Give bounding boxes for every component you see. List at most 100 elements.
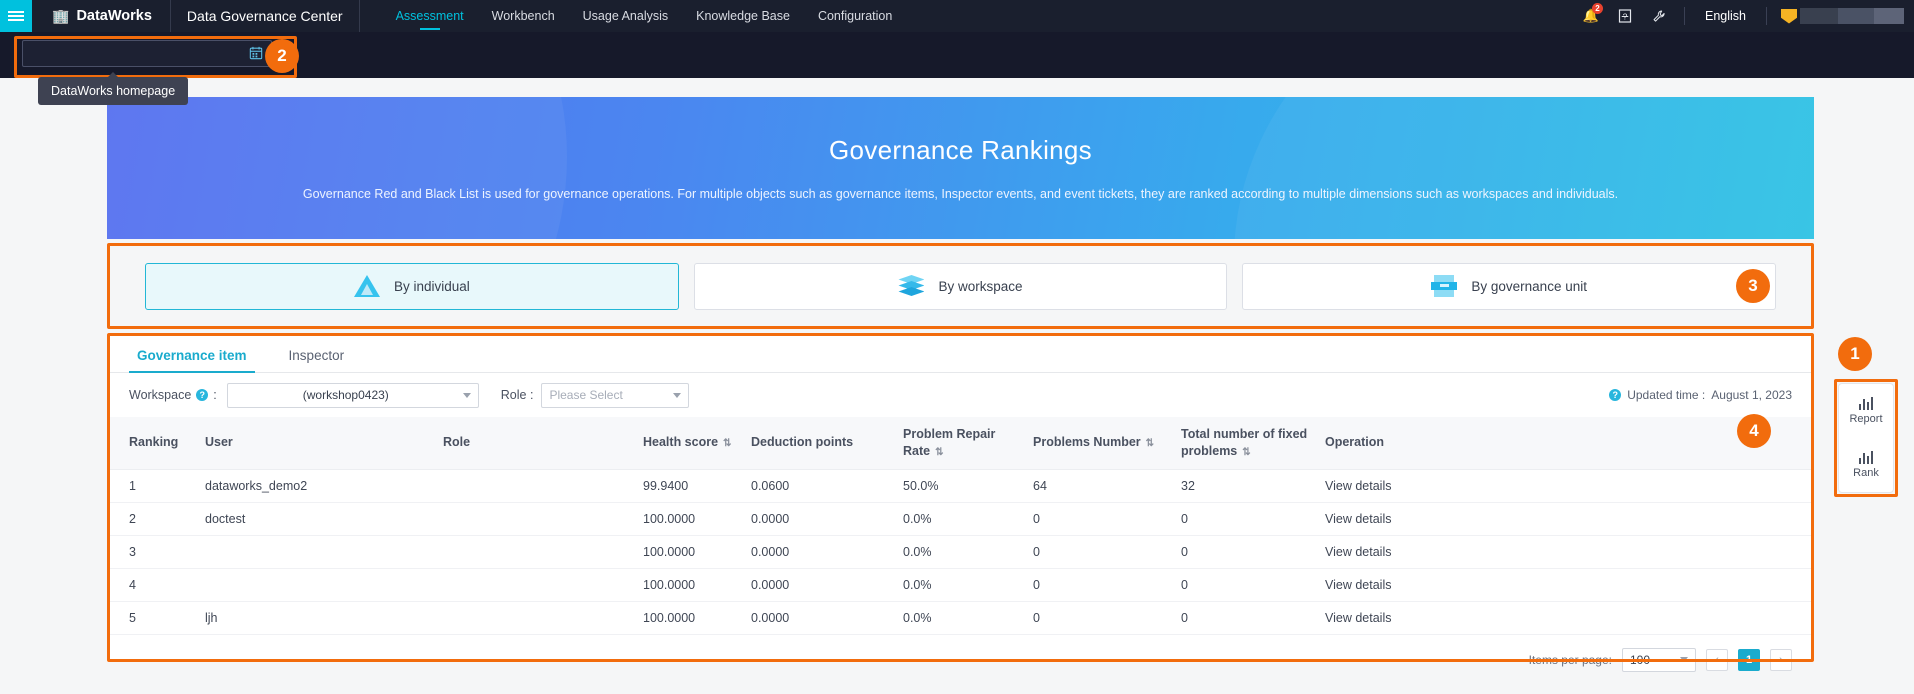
cell-problem-repair-rate: 0.0% [897, 502, 1027, 536]
nav-link-workbench[interactable]: Workbench [478, 0, 569, 32]
pyramid-icon [353, 275, 380, 297]
sort-icon[interactable]: ⇅ [1146, 437, 1155, 451]
cell-health-score: 100.0000 [637, 568, 745, 602]
view-details-link[interactable]: View details [1319, 469, 1814, 503]
cell-problems-number: 0 [1027, 601, 1175, 635]
cell-problems-number: 0 [1027, 535, 1175, 569]
nav-link-configuration[interactable]: Configuration [804, 0, 906, 32]
cell-ranking: 1 [107, 469, 199, 503]
help-icon[interactable]: ⎯ ? [1608, 0, 1642, 32]
cell-role [437, 568, 637, 602]
layers-icon [898, 275, 925, 297]
product-label: Data Governance Center [186, 8, 343, 24]
view-details-link[interactable]: View details [1319, 568, 1814, 602]
col-ranking: Ranking [107, 417, 199, 470]
nav-link-assessment[interactable]: Assessment [382, 0, 478, 32]
table-row: 5 ljh 100.0000 0.0000 0.0% 0 0 View deta… [107, 601, 1814, 635]
info-icon[interactable]: ? [1609, 389, 1622, 401]
page-banner: Governance Rankings Governance Red and B… [107, 97, 1814, 239]
account-name-masked [1800, 8, 1904, 24]
card-by-workspace[interactable]: By workspace [693, 262, 1228, 310]
cell-role [437, 601, 637, 635]
language-selector[interactable]: English [1693, 9, 1758, 23]
date-picker-input[interactable] [22, 40, 272, 67]
view-details-link[interactable]: View details [1319, 601, 1814, 635]
col-role: Role [437, 417, 637, 470]
cell-user: doctest [199, 502, 437, 536]
cell-problem-repair-rate: 0.0% [897, 535, 1027, 569]
items-per-page-value: 100 [1630, 652, 1651, 667]
nav-link-knowledge-base[interactable]: Knowledge Base [682, 0, 804, 32]
prev-page-button[interactable]: ‹ [1706, 648, 1728, 671]
cell-problems-number: 0 [1027, 502, 1175, 536]
rail-item-rank[interactable]: Rank [1839, 438, 1893, 492]
rankings-panel: Governance item Inspector Workspace ? : … [107, 333, 1814, 672]
info-icon[interactable]: ? [196, 389, 209, 401]
cell-ranking: 3 [107, 535, 199, 569]
rankings-table: Ranking User Role Health score ⇅ Deductio… [107, 417, 1814, 635]
page-1-button[interactable]: 1 [1738, 648, 1760, 671]
workspace-colon: : [213, 388, 217, 402]
bell-icon[interactable]: 🔔 2 [1574, 0, 1608, 32]
sort-icon[interactable]: ⇅ [935, 446, 944, 460]
cell-problem-repair-rate: 0.0% [897, 601, 1027, 635]
sort-icon[interactable]: ⇅ [723, 437, 732, 451]
role-select[interactable]: Please Select [541, 382, 690, 408]
cell-deduction-points: 0.0600 [745, 469, 897, 503]
cell-deduction-points: 0.0000 [745, 601, 897, 635]
cell-total-fixed-problems: 0 [1175, 601, 1319, 635]
annotation-number-2: 2 [265, 39, 299, 73]
nav-divider-2 [1766, 7, 1767, 25]
cell-total-fixed-problems: 32 [1175, 469, 1319, 503]
cell-total-fixed-problems: 0 [1175, 502, 1319, 536]
sort-icon[interactable]: ⇅ [1242, 446, 1251, 460]
view-details-link[interactable]: View details [1319, 502, 1814, 536]
cell-ranking: 4 [107, 568, 199, 602]
top-navigation-bar: 🏢 DataWorks Data Governance Center Asses… [0, 0, 1914, 32]
items-per-page-select[interactable]: 100 [1622, 647, 1696, 672]
rail-item-report[interactable]: Report [1839, 384, 1893, 438]
calendar-icon[interactable] [249, 46, 263, 62]
cell-user [199, 535, 437, 569]
chevron-down-icon [1680, 657, 1688, 663]
tab-inspector[interactable]: Inspector [281, 348, 353, 372]
cell-problems-number: 0 [1027, 568, 1175, 602]
tab-governance-item[interactable]: Governance item [129, 348, 255, 373]
notification-badge: 2 [1592, 3, 1603, 14]
col-total-fixed-problems: Total number of fixed problems ⇅ [1175, 417, 1319, 470]
table-header-row: Ranking User Role Health score ⇅ Deductio… [107, 417, 1814, 470]
cell-deduction-points: 0.0000 [745, 535, 897, 569]
workspace-select[interactable]: (workshop0423) [226, 382, 479, 408]
items-per-page-label: Items per page: [1528, 652, 1612, 667]
annotation-number-1: 1 [1838, 337, 1872, 371]
card-by-governance-unit[interactable]: By governance unit [1242, 262, 1777, 310]
workspace-label-text: Workspace [129, 388, 192, 402]
rail-item-report-label: Report [1849, 413, 1883, 425]
user-account-menu[interactable] [1775, 8, 1914, 24]
cell-ranking: 5 [107, 601, 199, 635]
col-user: User [199, 417, 437, 470]
cell-role [437, 502, 637, 536]
wrench-icon[interactable] [1642, 0, 1676, 32]
cell-health-score: 100.0000 [637, 535, 745, 569]
bar-chart-icon [1858, 397, 1874, 410]
bar-chart-icon [1858, 451, 1874, 464]
svg-text:?: ? [1623, 12, 1628, 22]
cell-total-fixed-problems: 0 [1175, 535, 1319, 569]
brand-logo[interactable]: 🏢 DataWorks [32, 0, 171, 32]
updated-time-value: August 1, 2023 [1711, 388, 1792, 402]
page-title: Governance Rankings [829, 135, 1092, 165]
updated-time-label: Updated time : [1627, 388, 1706, 402]
hamburger-menu-icon[interactable] [0, 0, 32, 32]
table-row: 4 100.0000 0.0000 0.0% 0 0 View details [107, 568, 1814, 602]
view-details-link[interactable]: View details [1319, 535, 1814, 569]
page-subtitle: Governance Red and Black List is used fo… [302, 187, 1619, 201]
cell-deduction-points: 0.0000 [745, 568, 897, 602]
next-page-button[interactable]: › [1770, 648, 1792, 671]
right-side-rail: Report Rank [1838, 383, 1894, 493]
nav-divider-1 [1684, 7, 1685, 25]
workspace-filter-label: Workspace ? : [129, 388, 217, 402]
card-by-individual[interactable]: By individual [145, 262, 679, 310]
nav-link-usage-analysis[interactable]: Usage Analysis [569, 0, 682, 32]
cell-health-score: 100.0000 [637, 502, 745, 536]
